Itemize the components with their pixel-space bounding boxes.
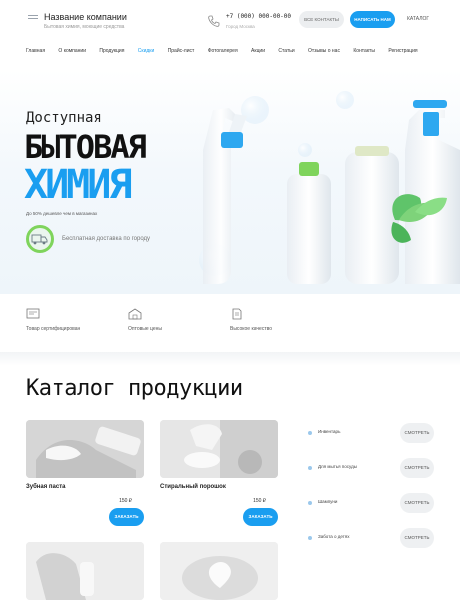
feature-quality-label: Высокое качество: [230, 326, 272, 332]
menu-logo-icon[interactable]: [28, 15, 38, 21]
hero-title-line2: ХИМИЯ: [24, 162, 132, 208]
main-nav: Главная О компании Продукция Скидки Прай…: [26, 46, 436, 56]
order-button[interactable]: ЗАКАЗАТЬ: [243, 508, 278, 526]
nav-item-products[interactable]: Продукция: [99, 46, 124, 56]
city-label: Город Москва: [226, 24, 255, 29]
nav-item-contacts[interactable]: Контакты: [353, 46, 375, 56]
nav-item-about[interactable]: О компании: [58, 46, 86, 56]
category-item: Забота о детях СМОТРЕТЬ: [306, 528, 436, 548]
category-label[interactable]: Шампуни: [318, 499, 337, 504]
catalog-link[interactable]: КАТАЛОГ: [407, 16, 429, 22]
catalog-title: Каталог продукции: [26, 376, 243, 401]
nav-item-promotions[interactable]: Акции: [251, 46, 265, 56]
product-name[interactable]: Стиральный порошок: [160, 484, 226, 490]
hero-subtitle: До 50% дешевле чем в магазинах: [26, 211, 98, 216]
phone-icon: [208, 15, 220, 27]
nav-item-discounts[interactable]: Скидки: [138, 46, 155, 56]
site-header: Название компании Бытовая химия, моющие …: [0, 0, 460, 42]
document-icon: [232, 308, 242, 320]
view-button[interactable]: СМОТРЕТЬ: [400, 493, 434, 513]
nav-item-pricelist[interactable]: Прайс-лист: [168, 46, 195, 56]
nav-item-home[interactable]: Главная: [26, 46, 45, 56]
category-label[interactable]: Инвентарь: [318, 429, 340, 434]
hero-pretitle: Доступная: [26, 110, 102, 126]
feature-certified-label: Товар сертифицирован: [26, 326, 81, 332]
company-name[interactable]: Название компании: [44, 12, 127, 22]
bullet-icon: [308, 501, 312, 505]
hero-title-line1: БЫТОВАЯ: [24, 128, 147, 166]
view-button[interactable]: СМОТРЕТЬ: [400, 458, 434, 478]
washing-powder-image[interactable]: [160, 420, 278, 478]
product-price: 150 ₽: [253, 498, 266, 504]
nav-item-registration[interactable]: Регистрация: [388, 46, 417, 56]
order-button[interactable]: ЗАКАЗАТЬ: [109, 508, 144, 526]
feature-certified: Товар сертифицирован: [26, 308, 80, 332]
phone-number[interactable]: +7 (000) 000-00-00: [226, 13, 291, 20]
hero-banner: Доступная БЫТОВАЯ ХИМИЯ До 50% дешевле ч…: [0, 70, 460, 294]
feature-wholesale-label: Оптовые цены: [128, 326, 162, 332]
category-item: Инвентарь СМОТРЕТЬ: [306, 423, 436, 443]
product-name[interactable]: Зубная паста: [26, 484, 66, 490]
all-contacts-button[interactable]: ВСЕ КОНТАКТЫ: [299, 11, 344, 28]
toothpaste-image[interactable]: [26, 420, 144, 478]
feature-quality: Высокое качество: [230, 308, 272, 332]
product-price: 150 ₽: [119, 498, 132, 504]
category-item: Для мытья посуды СМОТРЕТЬ: [306, 458, 436, 478]
nav-item-articles[interactable]: Статьи: [278, 46, 294, 56]
bullet-icon: [308, 431, 312, 435]
delivery-text: Бесплатная доставка по городу: [62, 236, 151, 242]
nav-item-gallery[interactable]: Фотогалерея: [208, 46, 238, 56]
write-us-button[interactable]: НАПИСАТЬ НАМ: [350, 11, 395, 28]
nav-item-reviews[interactable]: Отзывы о нас: [308, 46, 340, 56]
view-button[interactable]: СМОТРЕТЬ: [400, 423, 434, 443]
category-item: Шампуни СМОТРЕТЬ: [306, 493, 436, 513]
delivery-truck-icon: [26, 225, 54, 253]
bullet-icon: [308, 536, 312, 540]
features-strip: Товар сертифицирован Оптовые цены Высоко…: [0, 294, 460, 352]
category-label[interactable]: Для мытья посуды: [318, 464, 357, 469]
feature-wholesale: Оптовые цены: [128, 308, 162, 332]
store-icon: [128, 308, 142, 320]
certificate-icon: [26, 308, 40, 319]
detergent-bottles-image: [199, 91, 460, 284]
view-button[interactable]: СМОТРЕТЬ: [400, 528, 434, 548]
section-divider: [0, 352, 460, 366]
soap-hands-image[interactable]: [160, 542, 278, 600]
category-label[interactable]: Забота о детях: [318, 534, 349, 539]
cleaning-gloves-image[interactable]: [26, 542, 144, 600]
bullet-icon: [308, 466, 312, 470]
company-tagline: Бытовая химия, моющие средства: [44, 24, 125, 30]
